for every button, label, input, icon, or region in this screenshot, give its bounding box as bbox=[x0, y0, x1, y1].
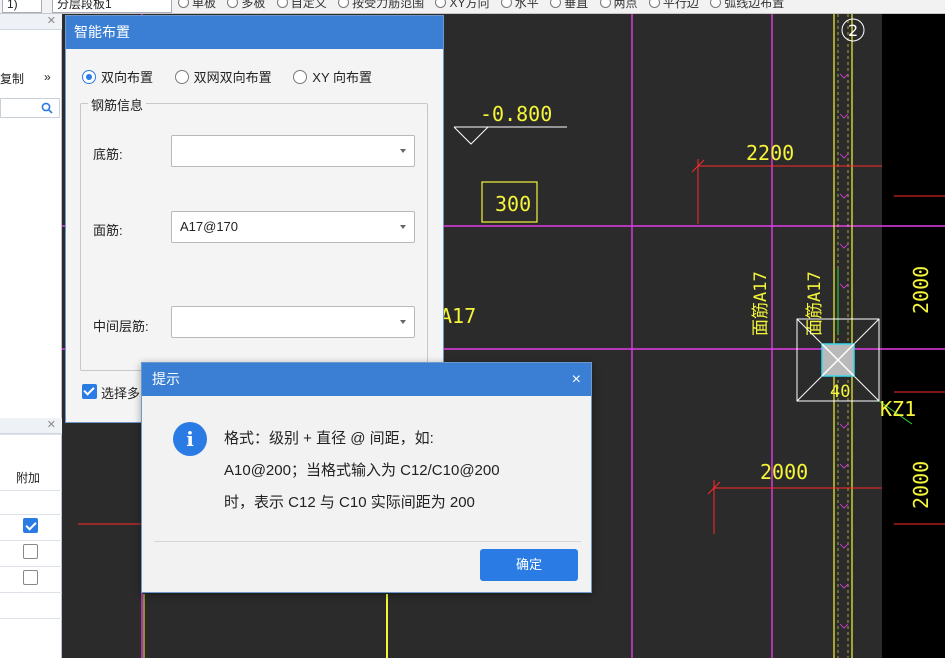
dim-2000-horizontal: 2000 bbox=[760, 460, 808, 484]
middle-rebar-label: 中间层筋: bbox=[93, 319, 149, 334]
info-icon: i bbox=[173, 422, 207, 456]
radio-xy[interactable]: XY 向布置 bbox=[293, 67, 372, 86]
grid-line bbox=[0, 592, 62, 593]
tip-message-line-3: 时，表示 C12 与 C10 实际间距为 200 bbox=[224, 494, 475, 511]
rebar-vertical-label-2: 面筋A17 bbox=[805, 271, 825, 336]
dim-2000-vertical-top: 2000 bbox=[909, 266, 933, 314]
grid-line bbox=[0, 514, 62, 515]
attach-checkbox-2[interactable] bbox=[23, 544, 38, 559]
search-icon bbox=[41, 102, 53, 114]
floor-prefix-box[interactable]: 1) bbox=[2, 0, 42, 13]
radio-dot bbox=[174, 69, 189, 84]
opt-parallel[interactable]: 平行边 bbox=[648, 0, 703, 10]
layout-mode-radios: 双向布置 双网双向布置 XY 向布置 bbox=[82, 67, 390, 87]
opt-xy[interactable]: XY方向 bbox=[435, 0, 493, 10]
select-multi-checkbox[interactable] bbox=[82, 384, 97, 399]
attach-checkbox-3[interactable] bbox=[23, 570, 38, 585]
ok-button[interactable]: 确定 bbox=[480, 549, 578, 581]
rebar-left-label: A17 bbox=[440, 304, 476, 328]
grid-line bbox=[0, 490, 62, 491]
rebar-vertical-label-1: 面筋A17 bbox=[751, 271, 771, 336]
opt-multi[interactable]: 多板 bbox=[227, 0, 269, 10]
left-panel: ✕ 复制 » ✕ 附加 bbox=[0, 14, 62, 658]
opt-by-range[interactable]: 按受力筋范围 bbox=[338, 0, 428, 10]
radio-dot bbox=[293, 69, 308, 84]
grid-line bbox=[0, 540, 62, 541]
column-partial-label: 40 bbox=[830, 382, 850, 402]
rebar-info-label: 钢筋信息 bbox=[88, 95, 147, 114]
close-icon[interactable]: × bbox=[572, 363, 581, 396]
more-icon[interactable]: » bbox=[44, 70, 51, 84]
top-toolbar: 1) 分层段板1 单板 多板 自定义 按受力筋范围 XY方向 水平 垂直 两点 … bbox=[0, 0, 945, 14]
copy-label[interactable]: 复制 bbox=[0, 70, 24, 87]
opt-vertical[interactable]: 垂直 bbox=[550, 0, 592, 10]
cad-black-strip bbox=[882, 14, 945, 658]
toolbar-options: 单板 多板 自定义 按受力筋范围 XY方向 水平 垂直 两点 平行边 弧线边布置 bbox=[178, 0, 792, 11]
attach-checkbox-1[interactable] bbox=[23, 518, 38, 533]
dim-2200: 2200 bbox=[746, 141, 794, 165]
boxed-dim-text: 300 bbox=[495, 192, 531, 216]
opt-single[interactable]: 单板 bbox=[178, 0, 220, 10]
chevron-down-icon bbox=[400, 320, 406, 324]
left-panel-header-bottom: ✕ bbox=[0, 418, 62, 434]
tip-separator bbox=[154, 541, 581, 542]
radio-dot bbox=[82, 69, 96, 84]
chevron-down-icon bbox=[400, 149, 406, 153]
bottom-rebar-label: 底筋: bbox=[93, 147, 123, 162]
grid-line bbox=[0, 618, 62, 619]
top-rebar-label: 面筋: bbox=[93, 223, 123, 238]
grid-line bbox=[0, 434, 62, 435]
grid-line bbox=[0, 566, 62, 567]
opt-two-point[interactable]: 两点 bbox=[599, 0, 642, 10]
opt-custom[interactable]: 自定义 bbox=[276, 0, 331, 10]
radio-label: 双向布置 bbox=[101, 70, 154, 85]
tip-message-line-1: 格式：级别 + 直径 @ 间距，如: bbox=[224, 430, 434, 447]
radio-double-net[interactable]: 双网双向布置 bbox=[174, 67, 272, 86]
radio-bidirectional[interactable]: 双向布置 bbox=[82, 67, 153, 86]
tip-message-line-2: A10@200；当格式输入为 C12/C10@200 bbox=[224, 462, 500, 479]
close-icon[interactable]: ✕ bbox=[47, 418, 56, 432]
opt-arc[interactable]: 弧线边布置 bbox=[710, 0, 788, 10]
tip-title-text: 提示 bbox=[152, 371, 180, 387]
top-rebar-select[interactable]: A17@170 bbox=[171, 211, 415, 243]
column-label: KZ1 bbox=[880, 397, 916, 421]
select-multi-label: 选择多 bbox=[101, 386, 141, 401]
attach-column-header: 附加 bbox=[16, 471, 41, 485]
chevron-down-icon bbox=[400, 225, 406, 229]
axis-number: 2 bbox=[848, 21, 858, 40]
select-value: A17@170 bbox=[180, 219, 239, 234]
bottom-rebar-select[interactable] bbox=[171, 135, 415, 167]
search-input[interactable] bbox=[0, 98, 60, 118]
smart-layout-title: 智能布置 bbox=[66, 16, 443, 49]
close-icon[interactable]: ✕ bbox=[47, 14, 56, 28]
opt-horizontal[interactable]: 水平 bbox=[500, 0, 543, 10]
tip-dialog: 提示 × i 格式：级别 + 直径 @ 间距，如: A10@200；当格式输入为… bbox=[141, 362, 592, 593]
left-panel-header-top: ✕ bbox=[0, 14, 62, 30]
elevation-text: -0.800 bbox=[480, 102, 552, 126]
radio-label: XY 向布置 bbox=[312, 70, 373, 85]
middle-rebar-select[interactable] bbox=[171, 306, 415, 338]
radio-label: 双网双向布置 bbox=[193, 70, 272, 85]
floor-select[interactable]: 分层段板1 bbox=[52, 0, 172, 13]
dim-2000-vertical-bottom: 2000 bbox=[909, 461, 933, 509]
tip-dialog-title: 提示 × bbox=[142, 363, 591, 396]
